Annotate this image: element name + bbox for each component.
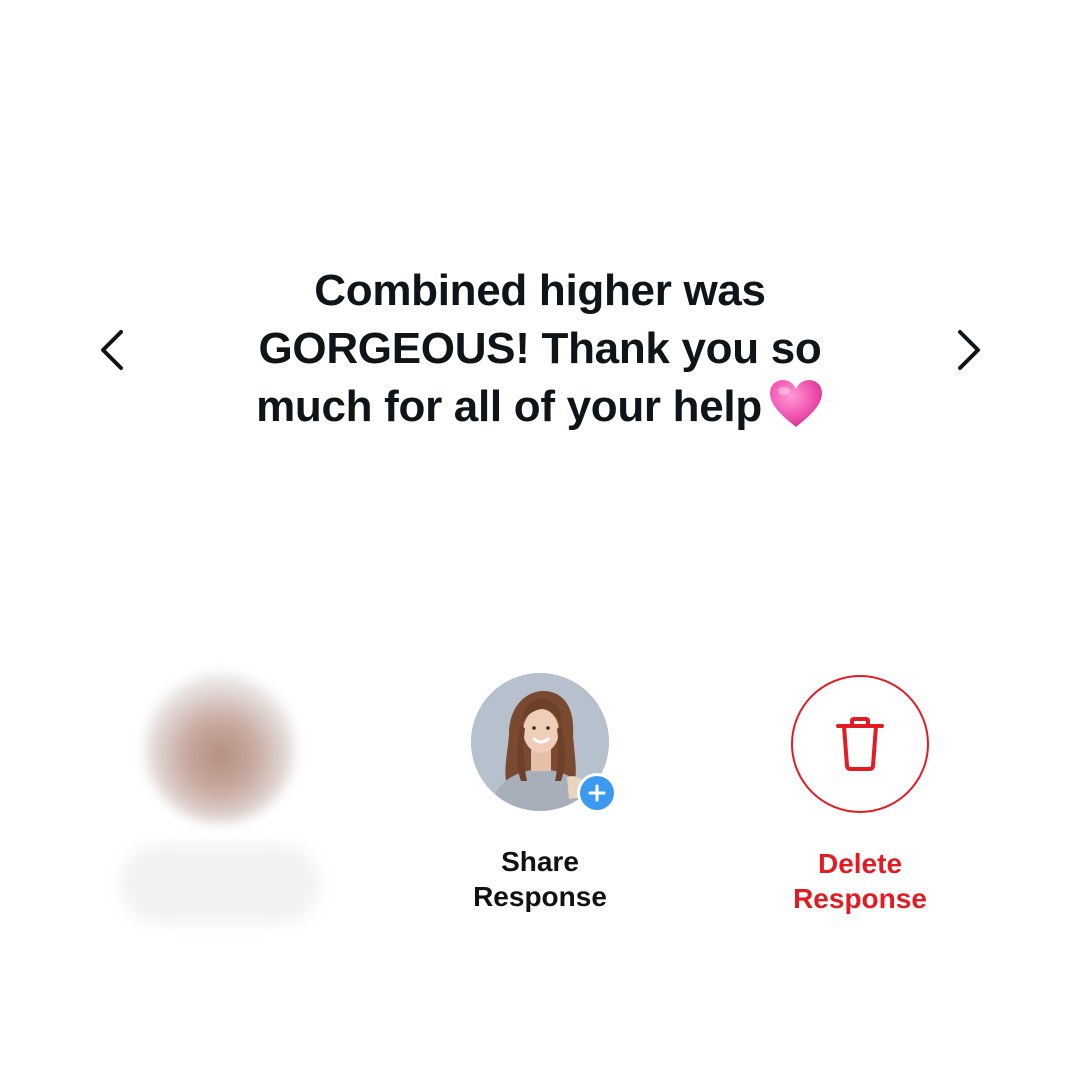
next-button[interactable]	[945, 322, 993, 378]
previous-button[interactable]	[88, 322, 136, 378]
share-avatar-wrap	[471, 673, 617, 813]
delete-response-button[interactable]: Delete Response	[720, 673, 1000, 916]
message-line: much for all of your help	[180, 378, 900, 436]
heart-emoji	[769, 380, 822, 427]
sender-name-redacted	[120, 845, 320, 923]
delete-response-label: Delete Response	[720, 846, 1000, 916]
trash-icon	[836, 717, 884, 771]
add-badge-inner	[580, 776, 614, 810]
response-message: Combined higher was GORGEOUS! Thank you …	[180, 262, 900, 436]
sender-avatar	[145, 673, 295, 823]
chevron-right-icon	[958, 330, 980, 370]
delete-label-line2: Response	[793, 883, 927, 914]
sender-profile[interactable]	[80, 673, 360, 923]
add-badge[interactable]	[577, 773, 617, 813]
delete-circle	[791, 675, 929, 813]
message-line: Combined higher was	[314, 266, 766, 315]
message-line-text: much for all of your help	[256, 382, 762, 431]
share-label-line2: Response	[473, 881, 607, 912]
chevron-left-icon	[101, 330, 123, 370]
delete-label-line1: Delete	[817, 848, 903, 879]
message-line: GORGEOUS! Thank you so	[258, 324, 822, 373]
plus-icon	[588, 784, 606, 802]
share-label-line1: Share	[501, 846, 579, 877]
share-response-label: Share Response	[400, 844, 680, 914]
share-response-button[interactable]: Share Response	[400, 673, 680, 914]
response-viewer: Combined higher was GORGEOUS! Thank you …	[0, 0, 1080, 1080]
